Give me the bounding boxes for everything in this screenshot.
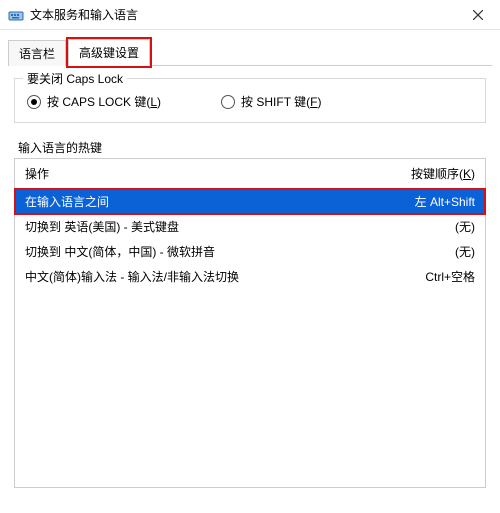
hotkey-action: 中文(简体)输入法 - 输入法/非输入法切换 xyxy=(25,268,425,285)
radio-capslock-key[interactable]: 按 CAPS LOCK 键(L) xyxy=(27,93,161,110)
hotkeys-header: 操作 按键顺序(K) xyxy=(15,159,485,189)
tab-advanced-key-settings[interactable]: 高级键设置 xyxy=(68,39,150,66)
hotkey-keys: (无) xyxy=(455,218,475,235)
header-action: 操作 xyxy=(25,165,49,182)
window-title: 文本服务和输入语言 xyxy=(30,6,455,23)
hotkey-action: 在输入语言之间 xyxy=(25,193,415,210)
hotkey-keys: 左 Alt+Shift xyxy=(415,193,475,210)
radio-icon xyxy=(27,95,41,109)
hotkeys-legend: 输入语言的热键 xyxy=(14,139,486,156)
radio-label: 按 SHIFT 键(F) xyxy=(241,93,321,110)
tab-language-bar[interactable]: 语言栏 xyxy=(8,40,66,66)
hotkey-action: 切换到 英语(美国) - 美式键盘 xyxy=(25,218,455,235)
radio-icon xyxy=(221,95,235,109)
capslock-group: 要关闭 Caps Lock 按 CAPS LOCK 键(L) 按 SHIFT 键… xyxy=(14,78,486,123)
radio-label: 按 CAPS LOCK 键(L) xyxy=(47,93,161,110)
hotkey-row-ime-toggle[interactable]: 中文(简体)输入法 - 输入法/非输入法切换 Ctrl+空格 xyxy=(15,264,485,289)
titlebar: 文本服务和输入语言 xyxy=(0,0,500,30)
hotkey-row-switch-input-language[interactable]: 在输入语言之间 左 Alt+Shift xyxy=(15,189,485,214)
hotkey-keys: Ctrl+空格 xyxy=(425,268,475,285)
header-keys: 按键顺序(K) xyxy=(411,165,475,182)
app-icon xyxy=(8,7,24,23)
capslock-legend: 要关闭 Caps Lock xyxy=(23,70,127,87)
close-button[interactable] xyxy=(455,0,500,30)
hotkey-row-switch-chinese-pinyin[interactable]: 切换到 中文(简体，中国) - 微软拼音 (无) xyxy=(15,239,485,264)
tab-strip: 语言栏 高级键设置 xyxy=(0,30,500,66)
hotkeys-group: 输入语言的热键 操作 按键顺序(K) 在输入语言之间 左 Alt+Shift 切… xyxy=(14,139,486,488)
hotkey-keys: (无) xyxy=(455,243,475,260)
hotkey-action: 切换到 中文(简体，中国) - 微软拼音 xyxy=(25,243,455,260)
hotkey-row-switch-english-us[interactable]: 切换到 英语(美国) - 美式键盘 (无) xyxy=(15,214,485,239)
radio-shift-key[interactable]: 按 SHIFT 键(F) xyxy=(221,93,321,110)
close-icon xyxy=(473,10,483,20)
hotkeys-list: 操作 按键顺序(K) 在输入语言之间 左 Alt+Shift 切换到 英语(美国… xyxy=(14,158,486,488)
tab-label: 语言栏 xyxy=(19,47,55,61)
tab-label: 高级键设置 xyxy=(79,46,139,60)
